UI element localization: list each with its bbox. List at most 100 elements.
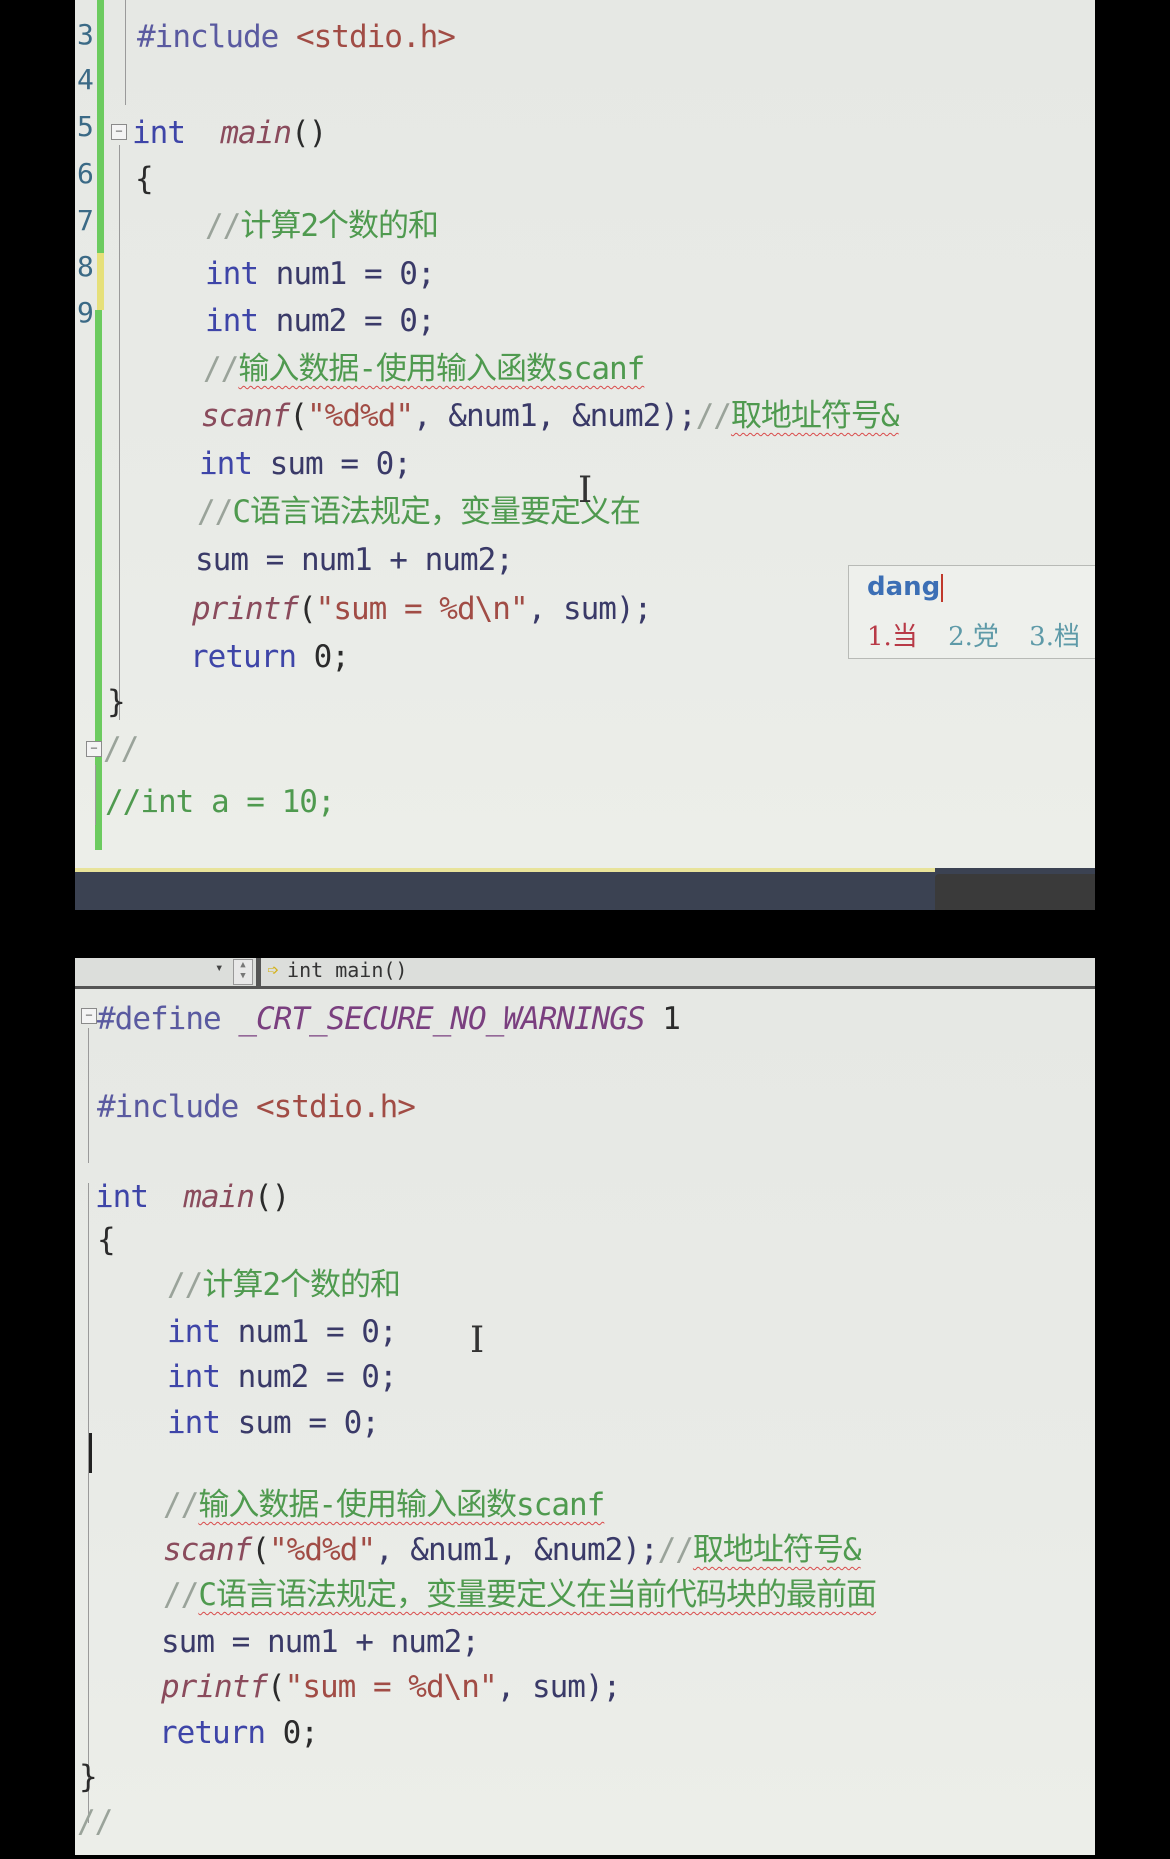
code-line-close-brace[interactable]: } <box>107 683 126 721</box>
taskbar-region <box>935 874 1095 910</box>
declaration: sum = 0; <box>220 1405 380 1441</box>
declaration: sum = 0; <box>252 446 412 482</box>
code-line-sum-assign[interactable]: sum = num1 + num2; <box>161 1623 480 1661</box>
editor-panel-top[interactable]: 3 4 5 6 7 8 9 − − #include <stdio.h> int… <box>75 0 1095 870</box>
ime-candidate[interactable]: 1.当 <box>867 622 918 652</box>
function-name: scanf <box>201 398 290 434</box>
code-line-comment[interactable]: //C语言语法规定，变量要定义在当前代码块的最前面 <box>163 1576 877 1614</box>
return-value: 0; <box>295 639 350 675</box>
ime-candidate[interactable]: 2.党 <box>948 622 999 652</box>
comment-slashes: // <box>695 398 732 434</box>
code-line-comment[interactable]: //输入数据-使用输入函数scanf <box>203 350 645 388</box>
code-line-open-brace[interactable]: { <box>97 1221 116 1259</box>
code-line-decl-num2[interactable]: int num2 = 0; <box>167 1358 398 1396</box>
fold-guide <box>95 765 96 825</box>
header-name: <stdio.h> <box>255 1089 416 1125</box>
declaration: num2 = 0; <box>258 303 436 339</box>
keyword: int <box>205 303 259 339</box>
function-navigator[interactable]: ➩ int main() <box>267 958 407 982</box>
declaration: num1 = 0; <box>220 1314 398 1350</box>
function-navigator-label: int main() <box>287 958 408 982</box>
string-literal: "sum = %d\n" <box>315 591 529 627</box>
line-number: 9 <box>77 296 94 329</box>
code-line-decl-num2[interactable]: int num2 = 0; <box>205 302 436 340</box>
comment-slashes: // <box>203 351 239 387</box>
keyword: int <box>205 256 259 292</box>
code-line-include[interactable]: #include <stdio.h> <box>97 1088 416 1126</box>
function-name: main <box>220 115 292 151</box>
comment-text: 计算2个数的和 <box>202 1267 401 1303</box>
comment-text: C语言语法规定，变量要定义在当前代码块的最前面 <box>198 1577 877 1613</box>
comment-slashes: // <box>205 208 241 244</box>
line-number: 4 <box>77 63 94 96</box>
line-number: 8 <box>77 250 94 283</box>
toolbar-divider <box>256 958 261 986</box>
string-literal: "sum = %d\n" <box>284 1669 498 1705</box>
paren: ( <box>266 1669 286 1705</box>
arguments: , sum); <box>527 591 653 627</box>
ime-candidate[interactable]: 3.档 <box>1029 622 1080 652</box>
code-line-comment[interactable]: //计算2个数的和 <box>167 1266 401 1304</box>
comment-text: 计算2个数的和 <box>240 208 439 244</box>
code-line-open-brace[interactable]: { <box>135 160 154 198</box>
code-line-return[interactable]: return 0; <box>190 638 350 676</box>
code-line-commented-code[interactable]: //int a = 10; <box>105 783 336 821</box>
code-line-comment-fold[interactable]: // <box>103 730 139 768</box>
comment-text: 取地址符号& <box>730 398 900 434</box>
comment-slashes: // <box>163 1487 199 1523</box>
text-cursor-ibeam-icon: I <box>470 1320 485 1361</box>
change-bar-saved <box>95 310 102 850</box>
ime-composition-text: dang <box>867 572 941 602</box>
code-line-comment[interactable]: //计算2个数的和 <box>205 207 439 245</box>
code-line-sum-assign[interactable]: sum = num1 + num2; <box>195 541 514 579</box>
ime-candidate-list: 1.当 2.党 3.档 4.挡 <box>867 616 1095 653</box>
dropdown-arrow-icon[interactable]: ▾ <box>215 960 223 976</box>
code-line-comment-fold[interactable]: // <box>77 1803 113 1841</box>
keyword: return <box>159 1715 266 1751</box>
code-line-decl-sum[interactable]: int sum = 0; <box>199 445 412 483</box>
fold-collapse-icon[interactable]: − <box>81 1008 97 1024</box>
preprocessor-directive: #include <box>97 1089 239 1125</box>
fold-collapse-icon[interactable]: − <box>111 124 127 140</box>
code-line-decl-sum[interactable]: int sum = 0; <box>167 1404 380 1442</box>
comment-text: 取地址符号& <box>692 1532 862 1568</box>
code-line-main-signature[interactable]: int main() <box>132 114 327 152</box>
line-number: 3 <box>77 18 94 51</box>
keyword: int <box>132 115 186 151</box>
change-bar-unsaved <box>97 253 104 310</box>
arguments: , &num1, &num2); <box>412 398 697 434</box>
split-spinner-icon[interactable]: ▲ ▼ <box>233 959 253 985</box>
code-line-return[interactable]: return 0; <box>159 1714 319 1752</box>
code-line-comment[interactable]: //输入数据-使用输入函数scanf <box>163 1486 605 1524</box>
navigation-bar: ▾ ▲ ▼ ➩ int main() <box>75 958 1095 989</box>
function-name: main <box>183 1179 255 1215</box>
return-value: 0; <box>264 1715 319 1751</box>
parens: () <box>253 1179 290 1215</box>
header-name: <stdio.h> <box>295 19 456 55</box>
editor-panel-bottom[interactable]: ▾ ▲▼ ➩int main() − − #define _CRT_SECURE… <box>75 958 1095 1855</box>
code-line-decl-num1[interactable]: int num1 = 0; <box>167 1313 398 1351</box>
arguments: , sum); <box>496 1669 622 1705</box>
parens: () <box>290 115 327 151</box>
fold-guide <box>125 0 126 105</box>
code-line-decl-num1[interactable]: int num1 = 0; <box>205 255 436 293</box>
code-line-scanf[interactable]: scanf("%d%d", &num1, &num2);//取地址符号& <box>163 1531 862 1569</box>
code-line-include[interactable]: #include <stdio.h> <box>137 18 456 56</box>
status-bar <box>75 868 1095 910</box>
function-arrow-icon: ➩ <box>267 958 280 982</box>
keyword: int <box>167 1405 221 1441</box>
string-literal: "%d%d" <box>269 1532 376 1568</box>
code-line-printf[interactable]: printf("sum = %d\n", sum); <box>192 590 653 628</box>
keyword: int <box>95 1179 149 1215</box>
code-line-close-brace[interactable]: } <box>79 1758 98 1796</box>
function-name: printf <box>161 1669 268 1705</box>
code-line-main-signature[interactable]: int main() <box>95 1178 290 1216</box>
code-line-comment[interactable]: //C语言语法规定，变量要定义在 <box>197 493 641 531</box>
code-line-printf[interactable]: printf("sum = %d\n", sum); <box>161 1668 622 1706</box>
ime-candidate-window[interactable]: dang 1.当 2.党 3.档 4.挡 <box>848 565 1095 659</box>
line-number: 5 <box>77 110 94 143</box>
code-line-define[interactable]: #define _CRT_SECURE_NO_WARNINGS 1 <box>97 1000 681 1038</box>
comment-slashes: // <box>197 494 233 530</box>
code-line-scanf[interactable]: scanf("%d%d", &num1, &num2);//取地址符号& <box>201 397 900 435</box>
fold-collapse-icon[interactable]: − <box>86 741 102 757</box>
